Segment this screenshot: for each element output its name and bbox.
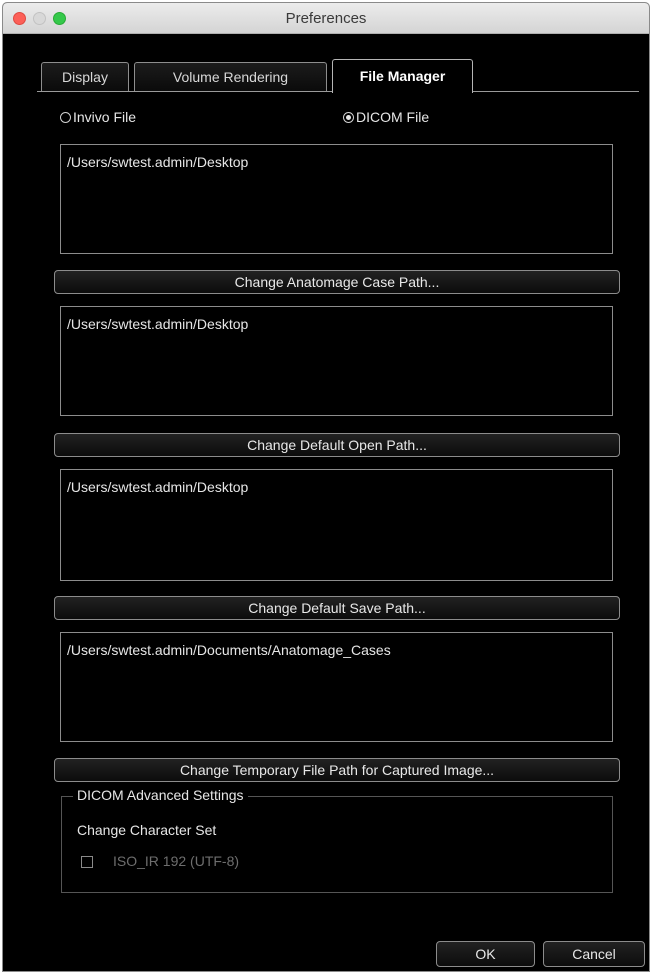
change-default-open-path-button[interactable]: Change Default Open Path... bbox=[54, 433, 620, 457]
radio-selected-icon bbox=[343, 111, 354, 123]
dicom-file-label: DICOM File bbox=[356, 109, 430, 125]
dicom-advanced-settings-group bbox=[61, 796, 613, 893]
temporary-file-path-field[interactable]: /Users/swtest.admin/Documents/Anatomage_… bbox=[60, 632, 613, 742]
utf8-checkbox[interactable] bbox=[81, 856, 93, 868]
radio-unselected-icon bbox=[60, 111, 71, 123]
tab-file-manager[interactable]: File Manager bbox=[332, 59, 473, 93]
anatomage-case-path-field[interactable]: /Users/swtest.admin/Desktop bbox=[60, 144, 613, 254]
change-character-set-label: Change Character Set bbox=[77, 822, 217, 838]
change-default-save-path-button[interactable]: Change Default Save Path... bbox=[54, 596, 620, 620]
ok-button[interactable]: OK bbox=[436, 941, 535, 967]
default-save-path-field[interactable]: /Users/swtest.admin/Desktop bbox=[60, 469, 613, 581]
change-anatomage-case-path-button[interactable]: Change Anatomage Case Path... bbox=[54, 270, 620, 294]
default-open-path-field[interactable]: /Users/swtest.admin/Desktop bbox=[60, 306, 613, 416]
window-title: Preferences bbox=[285, 10, 367, 27]
preferences-window: Preferences Display Volume Rendering Fil… bbox=[2, 2, 650, 972]
dicom-advanced-settings-title: DICOM Advanced Settings bbox=[73, 787, 248, 803]
utf8-checkbox-label: ISO_IR 192 (UTF-8) bbox=[113, 853, 240, 869]
title-bar[interactable]: Preferences bbox=[3, 3, 649, 34]
dicom-file-radio[interactable]: DICOM File bbox=[343, 109, 429, 125]
change-temporary-file-path-button[interactable]: Change Temporary File Path for Captured … bbox=[54, 758, 620, 782]
invivo-file-radio[interactable]: Invivo File bbox=[60, 109, 136, 125]
tab-volume-rendering[interactable]: Volume Rendering bbox=[134, 62, 327, 92]
invivo-file-label: Invivo File bbox=[73, 109, 137, 125]
tab-display[interactable]: Display bbox=[41, 62, 129, 92]
cancel-button[interactable]: Cancel bbox=[543, 941, 645, 967]
